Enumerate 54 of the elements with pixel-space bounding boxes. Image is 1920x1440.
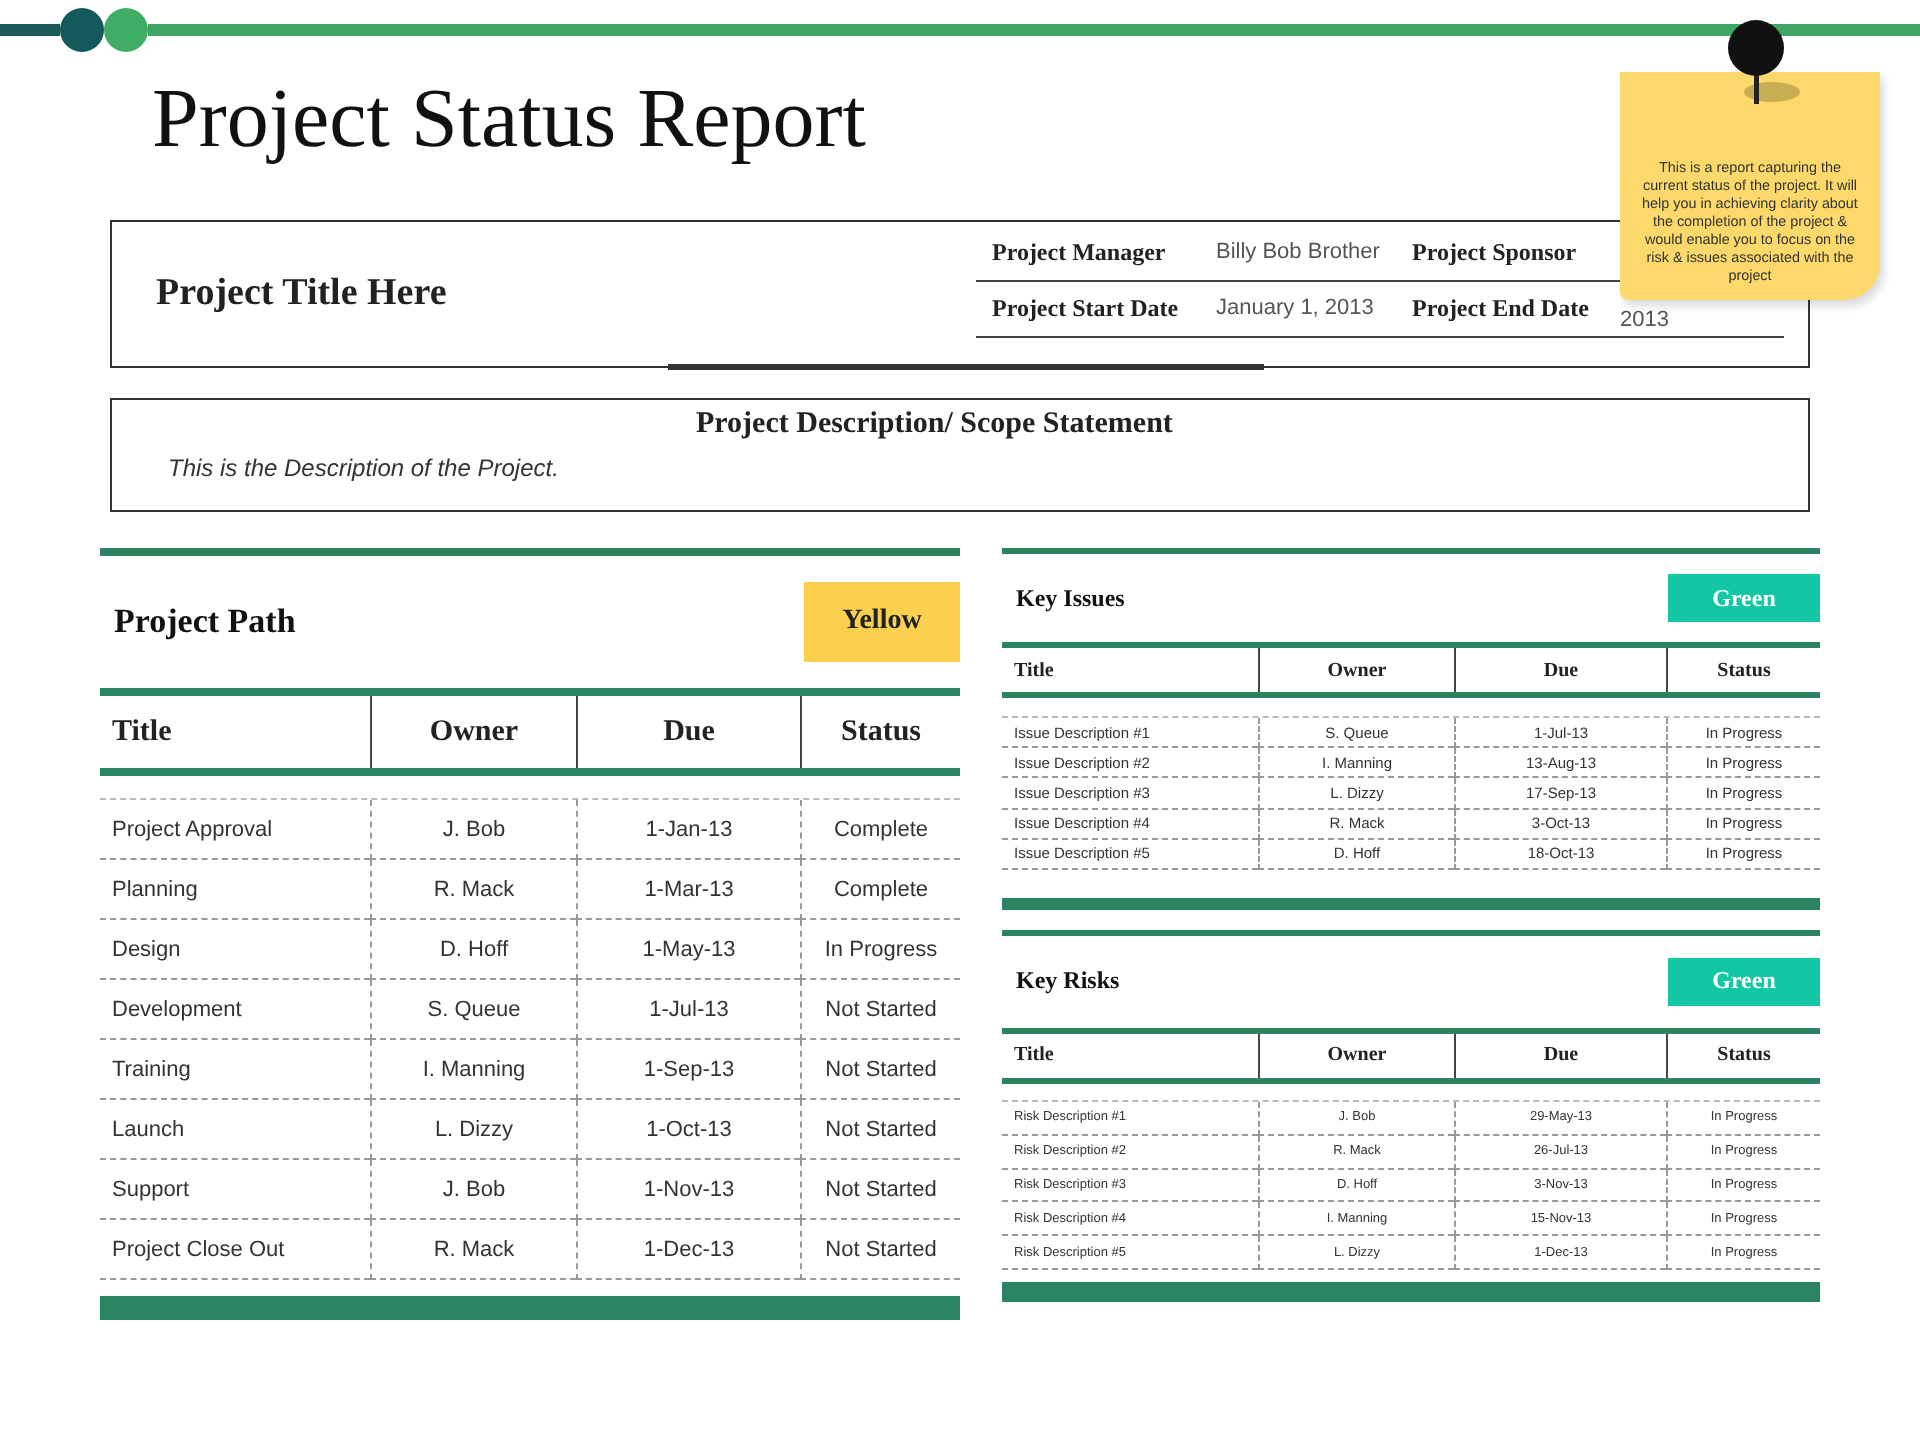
table-cell: Development xyxy=(100,980,370,1040)
status-badge: Green xyxy=(1668,957,1820,1006)
field-value: 2013 xyxy=(1620,308,1669,336)
table-cell: 1-Sep-13 xyxy=(576,1040,800,1100)
table-cell: 1-Dec-13 xyxy=(576,1220,800,1280)
table-cell: R. Mack xyxy=(370,860,576,920)
table-cell: 1-Jan-13 xyxy=(576,800,800,860)
page-title: Project Status Report xyxy=(152,72,866,170)
table-cell: Not Started xyxy=(800,1160,960,1220)
status-badge: Green xyxy=(1668,574,1820,622)
panel-title: Key Issues xyxy=(1014,583,1125,613)
table-cell: S. Queue xyxy=(370,980,576,1040)
table-cell: Complete xyxy=(800,860,960,920)
table-cell: Not Started xyxy=(800,980,960,1040)
table-cell: Not Started xyxy=(800,1100,960,1160)
table-cell: J. Bob xyxy=(370,800,576,860)
circle-dot xyxy=(104,8,148,52)
field-value: January 1, 2013 xyxy=(1216,296,1374,322)
table-cell: 1-Oct-13 xyxy=(576,1100,800,1160)
table-cell: Support xyxy=(100,1160,370,1220)
table-cell: D. Hoff xyxy=(370,920,576,980)
table-cell: Planning xyxy=(100,860,370,920)
table-cell: Not Started xyxy=(800,1040,960,1100)
table-cell: I. Manning xyxy=(370,1040,576,1100)
table-cell: Training xyxy=(100,1040,370,1100)
table-cell: Project Approval xyxy=(100,800,370,860)
panel-title: Key Risks xyxy=(1014,966,1120,997)
table-cell: 1-Mar-13 xyxy=(576,860,800,920)
field-value: Billy Bob Brother xyxy=(1216,240,1380,266)
field-label: Project Start Date xyxy=(992,294,1179,324)
table-cell: L. Dizzy xyxy=(370,1100,576,1160)
table-cell: Design xyxy=(100,920,370,980)
table-cell: 1-Jul-13 xyxy=(576,980,800,1040)
column-header: Title xyxy=(110,713,174,751)
table-cell: Launch xyxy=(100,1100,370,1160)
table-cell: Project Close Out xyxy=(100,1220,370,1280)
field-label: Project Sponsor xyxy=(1412,238,1577,268)
column-header: Title xyxy=(1012,657,1056,685)
description-heading: Project Description/ Scope Statement xyxy=(696,408,1175,442)
table-cell: 1-May-13 xyxy=(576,920,800,980)
table-cell: 1-Nov-13 xyxy=(576,1160,800,1220)
table-cell: J. Bob xyxy=(370,1160,576,1220)
description-text: This is the Description of the Project. xyxy=(168,454,561,482)
field-label: Project Manager xyxy=(992,238,1166,268)
circle-dot xyxy=(60,8,104,52)
table-cell: R. Mack xyxy=(370,1220,576,1280)
status-badge: Yellow xyxy=(804,582,960,662)
table-cell: In Progress xyxy=(800,920,960,980)
table-cell: Not Started xyxy=(800,1220,960,1280)
column-header: Title xyxy=(1012,1042,1056,1071)
table-cell: Complete xyxy=(800,800,960,860)
panel-title: Project Path xyxy=(112,602,296,642)
field-label: Project End Date xyxy=(1412,294,1589,324)
project-title: Project Title Here xyxy=(156,272,449,316)
